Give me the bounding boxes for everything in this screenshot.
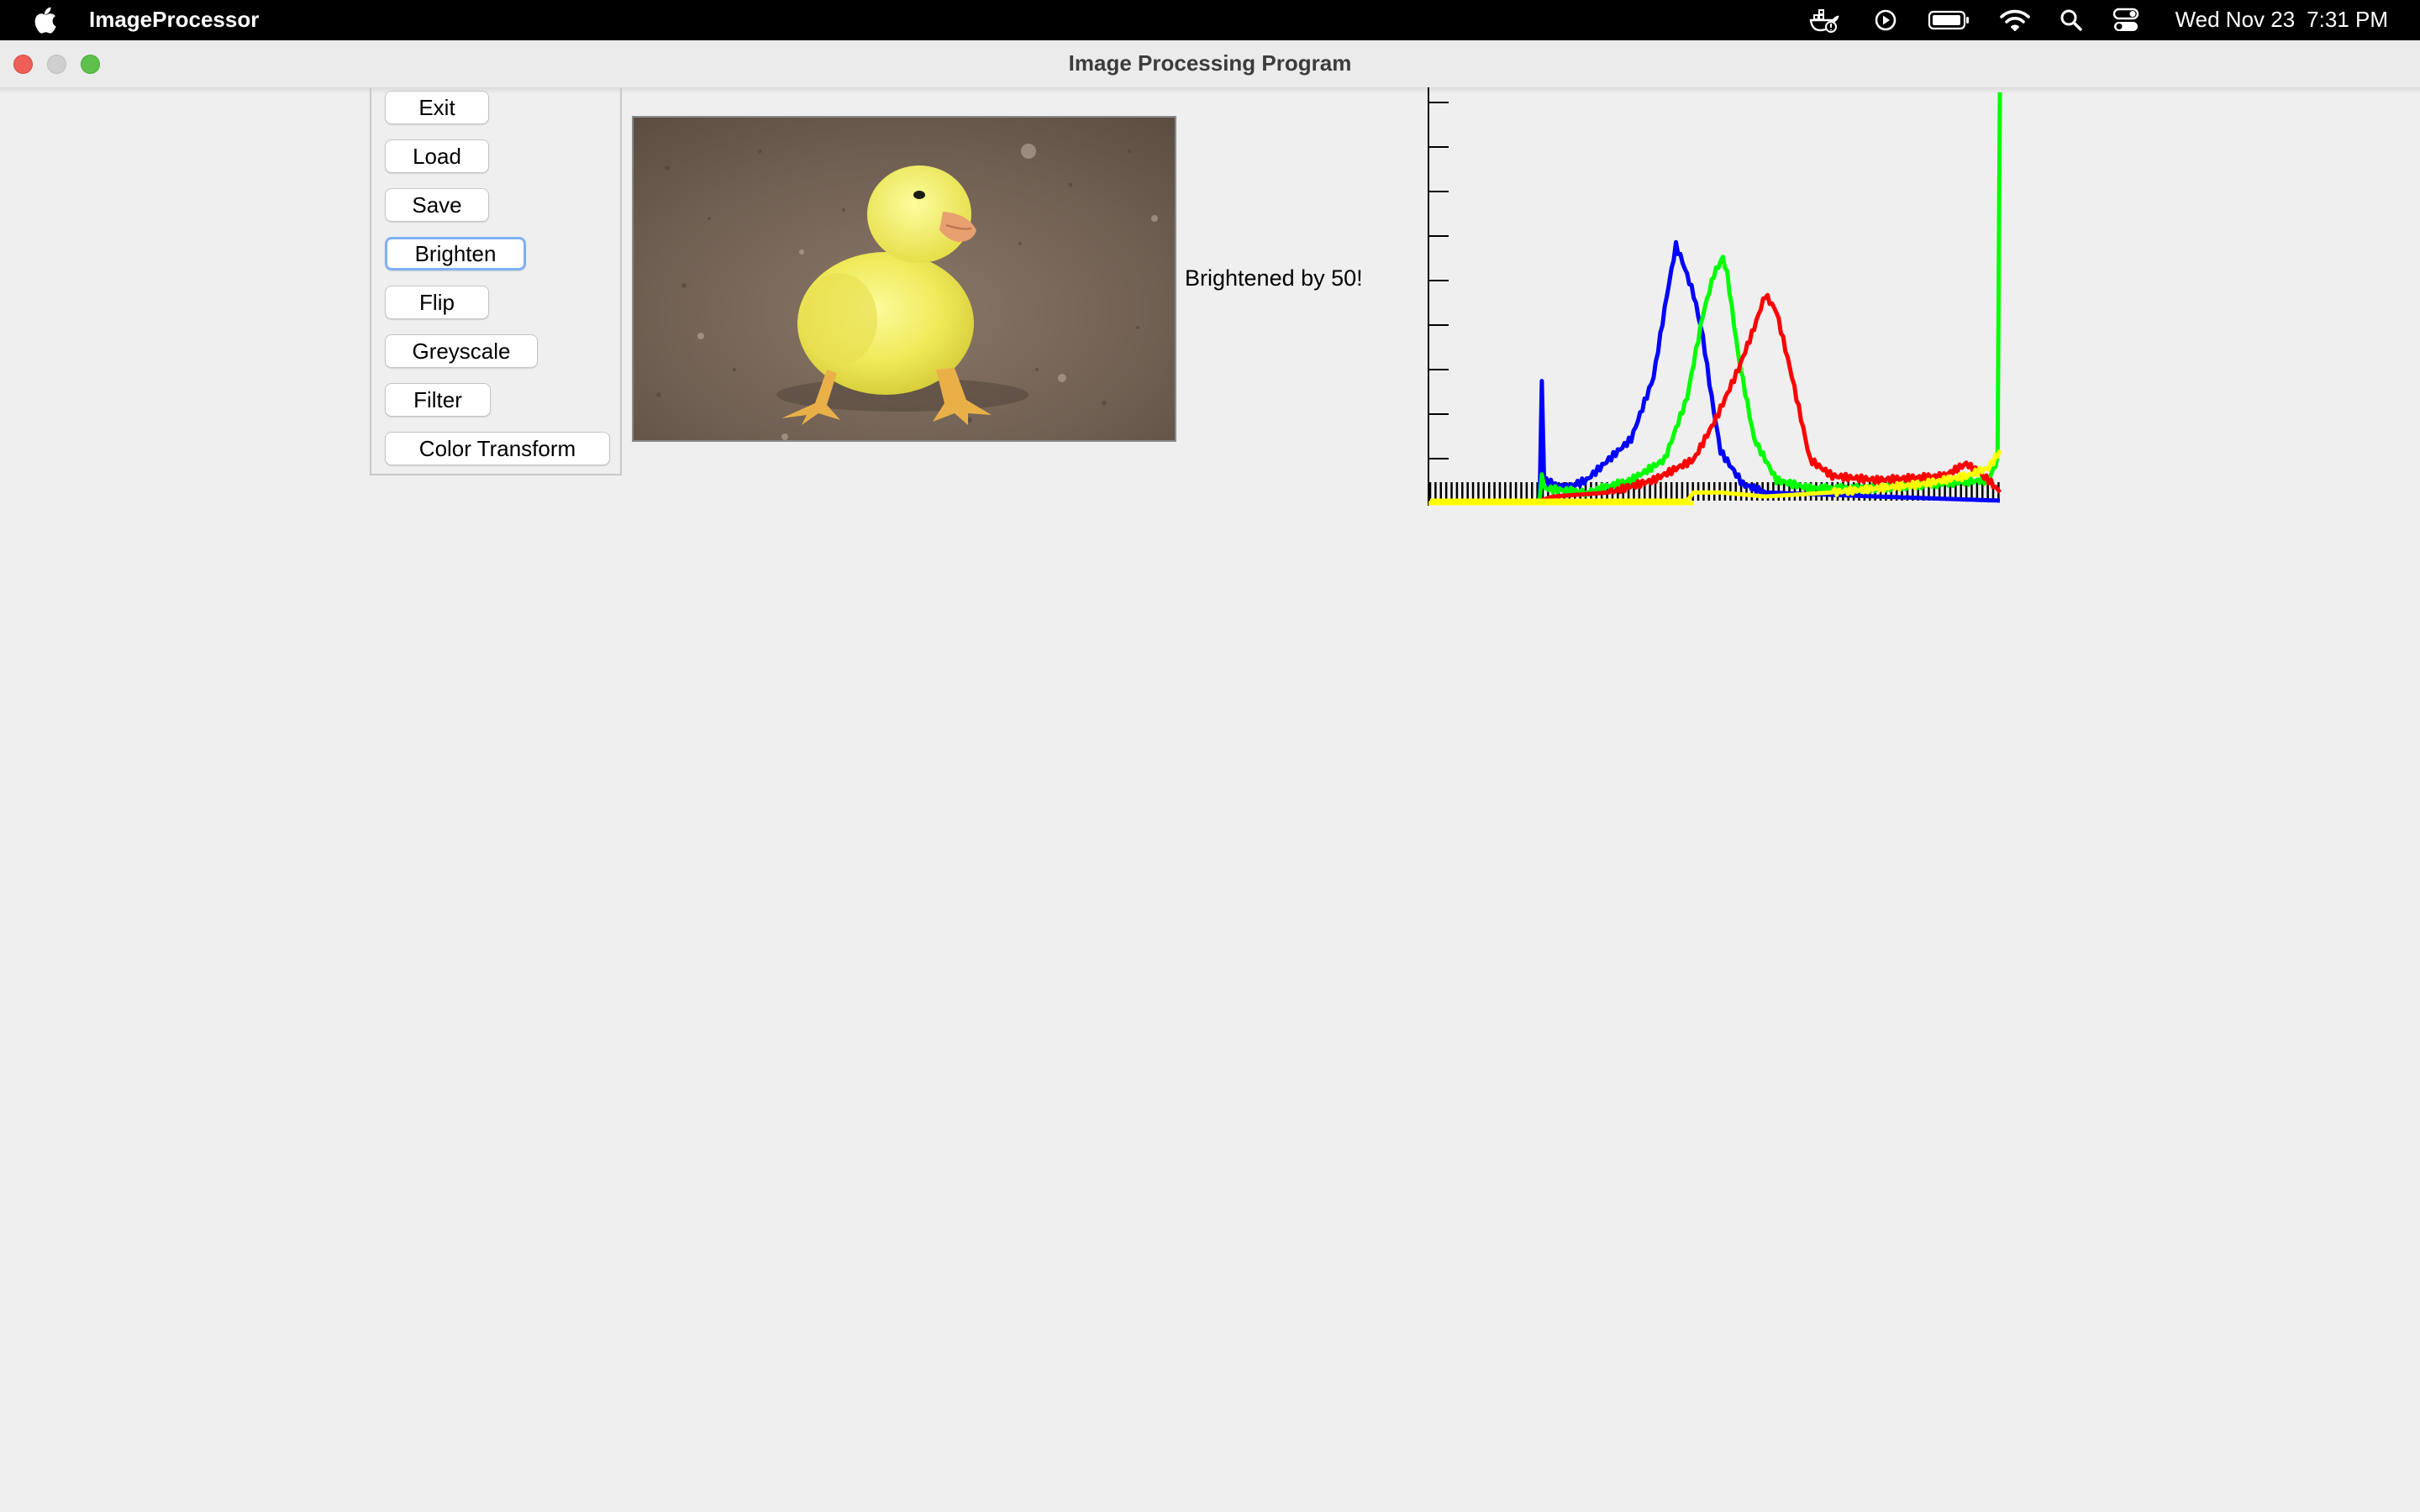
control-center-icon[interactable]	[2111, 0, 2141, 40]
title-bar-shadow	[0, 87, 2420, 94]
docker-icon[interactable]	[1807, 0, 1842, 40]
filter-button[interactable]: Filter	[385, 383, 491, 417]
histogram-series-line	[1430, 239, 2001, 503]
histogram-series	[1430, 92, 2002, 503]
y-axis-ticks	[1428, 102, 1449, 504]
image-preview	[632, 116, 1176, 442]
greyscale-button[interactable]: Greyscale	[385, 334, 538, 368]
color-transform-button[interactable]: Color Transform	[385, 432, 610, 465]
wifi-icon[interactable]	[1998, 0, 2032, 40]
app-name-menu[interactable]: ImageProcessor	[89, 0, 259, 39]
histogram-series-line	[1430, 92, 2002, 503]
histogram-series-line	[1430, 292, 2002, 503]
save-button[interactable]: Save	[385, 188, 489, 222]
menu-bar: ImageProcessor Wed Nov 23 7:31 PM	[0, 0, 2420, 40]
battery-icon[interactable]	[1926, 0, 1973, 40]
apple-menu-icon[interactable]	[32, 7, 57, 34]
search-icon[interactable]	[2059, 0, 2084, 40]
play-circle-icon[interactable]	[1870, 0, 1901, 40]
clock-date: Wed Nov 23	[2175, 7, 2296, 32]
menu-bar-clock[interactable]: Wed Nov 23 7:31 PM	[2175, 0, 2388, 39]
status-message: Brightened by 50!	[1185, 265, 1363, 291]
window-title-bar[interactable]: Image Processing Program	[0, 40, 2420, 88]
clock-time: 7:31 PM	[2307, 7, 2388, 32]
exit-button[interactable]: Exit	[385, 91, 489, 124]
window-title: Image Processing Program	[1068, 50, 1352, 76]
load-button[interactable]: Load	[385, 139, 489, 173]
duckling-image	[634, 118, 1175, 440]
brighten-button[interactable]: Brighten	[385, 237, 526, 270]
flip-button[interactable]: Flip	[385, 286, 489, 319]
color-histogram	[1428, 87, 2002, 506]
operations-panel: Exit Load Save Brighten Flip Greyscale F…	[370, 87, 622, 475]
